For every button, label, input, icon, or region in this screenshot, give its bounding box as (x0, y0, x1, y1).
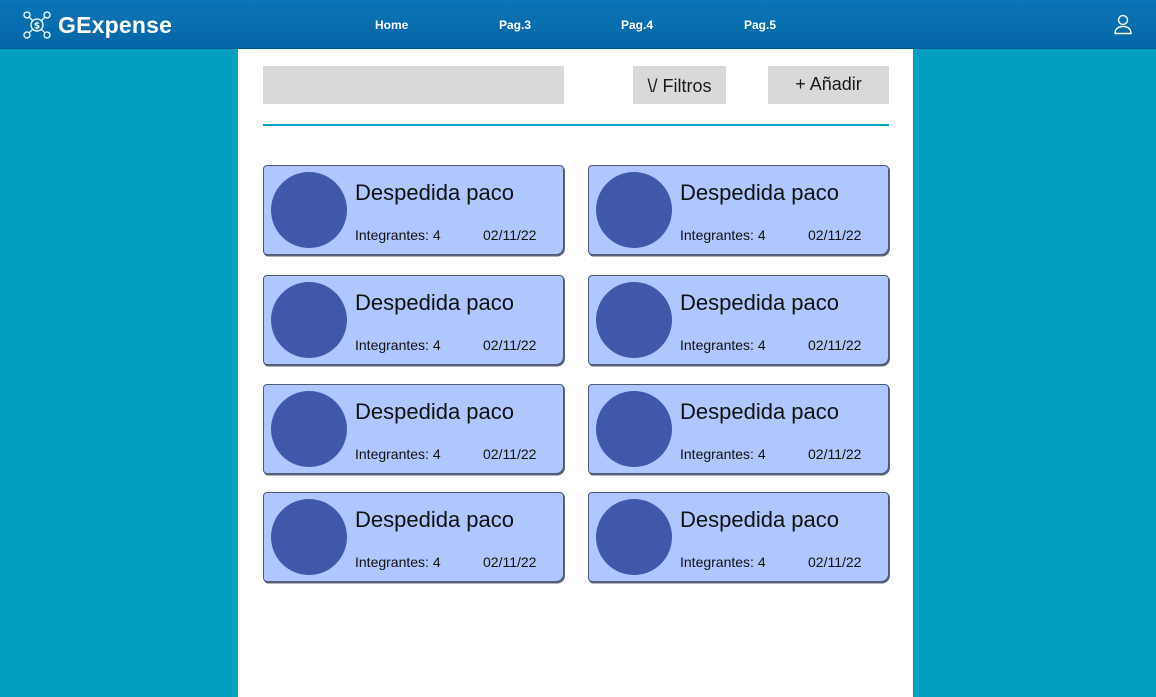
group-date: 02/11/22 (483, 227, 537, 243)
group-title: Despedida paco (355, 180, 515, 205)
brand-name: GExpense (58, 11, 173, 38)
nav-pag4[interactable]: Pag.4 (621, 18, 653, 32)
group-avatar (271, 282, 347, 358)
network-dollar-icon: $ (23, 11, 51, 39)
group-members: Integrantes: 4 (680, 554, 766, 570)
group-avatar (271, 172, 347, 248)
group-title: Despedida paco (355, 399, 515, 424)
search-input[interactable] (263, 66, 564, 104)
group-members: Integrantes: 4 (680, 227, 766, 243)
svg-text:$: $ (34, 22, 40, 32)
group-title: Despedida paco (355, 290, 515, 315)
group-title: Despedida paco (355, 507, 515, 532)
group-members: Integrantes: 4 (680, 446, 766, 462)
group-card[interactable]: Despedida paco Integrantes: 4 02/11/22 (263, 384, 564, 474)
group-members: Integrantes: 4 (355, 337, 441, 353)
group-members: Integrantes: 4 (355, 446, 441, 462)
brand[interactable]: $ GExpense (22, 9, 172, 41)
group-members: Integrantes: 4 (355, 227, 441, 243)
nav-pag3[interactable]: Pag.3 (499, 18, 531, 32)
group-card[interactable]: Despedida paco Integrantes: 4 02/11/22 (263, 165, 564, 255)
nav-home[interactable]: Home (375, 18, 408, 32)
group-date: 02/11/22 (483, 446, 537, 462)
group-title: Despedida paco (680, 290, 840, 315)
group-avatar (596, 391, 672, 467)
group-date: 02/11/22 (483, 337, 537, 353)
add-button[interactable]: + Añadir (768, 66, 889, 104)
group-date: 02/11/22 (808, 337, 862, 353)
group-card[interactable]: Despedida paco Integrantes: 4 02/11/22 (588, 384, 889, 474)
group-date: 02/11/22 (808, 446, 862, 462)
group-title: Despedida paco (680, 399, 840, 424)
group-title: Despedida paco (680, 180, 840, 205)
group-title: Despedida paco (680, 507, 840, 532)
group-card[interactable]: Despedida paco Integrantes: 4 02/11/22 (263, 492, 564, 582)
group-avatar (596, 499, 672, 575)
group-avatar (271, 499, 347, 575)
user-icon[interactable] (1113, 13, 1133, 35)
group-card[interactable]: Despedida paco Integrantes: 4 02/11/22 (588, 275, 889, 365)
group-date: 02/11/22 (808, 554, 862, 570)
group-members: Integrantes: 4 (355, 554, 441, 570)
group-card[interactable]: Despedida paco Integrantes: 4 02/11/22 (588, 165, 889, 255)
top-navigation-bar: $ GExpense Home Pag.3 Pag.4 Pag.5 (0, 0, 1156, 49)
group-members: Integrantes: 4 (680, 337, 766, 353)
group-avatar (596, 172, 672, 248)
filters-button[interactable]: \/ Filtros (633, 66, 726, 104)
group-date: 02/11/22 (808, 227, 862, 243)
group-avatar (596, 282, 672, 358)
group-card[interactable]: Despedida paco Integrantes: 4 02/11/22 (588, 492, 889, 582)
group-avatar (271, 391, 347, 467)
nav-pag5[interactable]: Pag.5 (744, 18, 776, 32)
main-content: \/ Filtros + Añadir Despedida paco Integ… (238, 49, 913, 697)
group-date: 02/11/22 (483, 554, 537, 570)
group-card[interactable]: Despedida paco Integrantes: 4 02/11/22 (263, 275, 564, 365)
divider (263, 124, 889, 126)
